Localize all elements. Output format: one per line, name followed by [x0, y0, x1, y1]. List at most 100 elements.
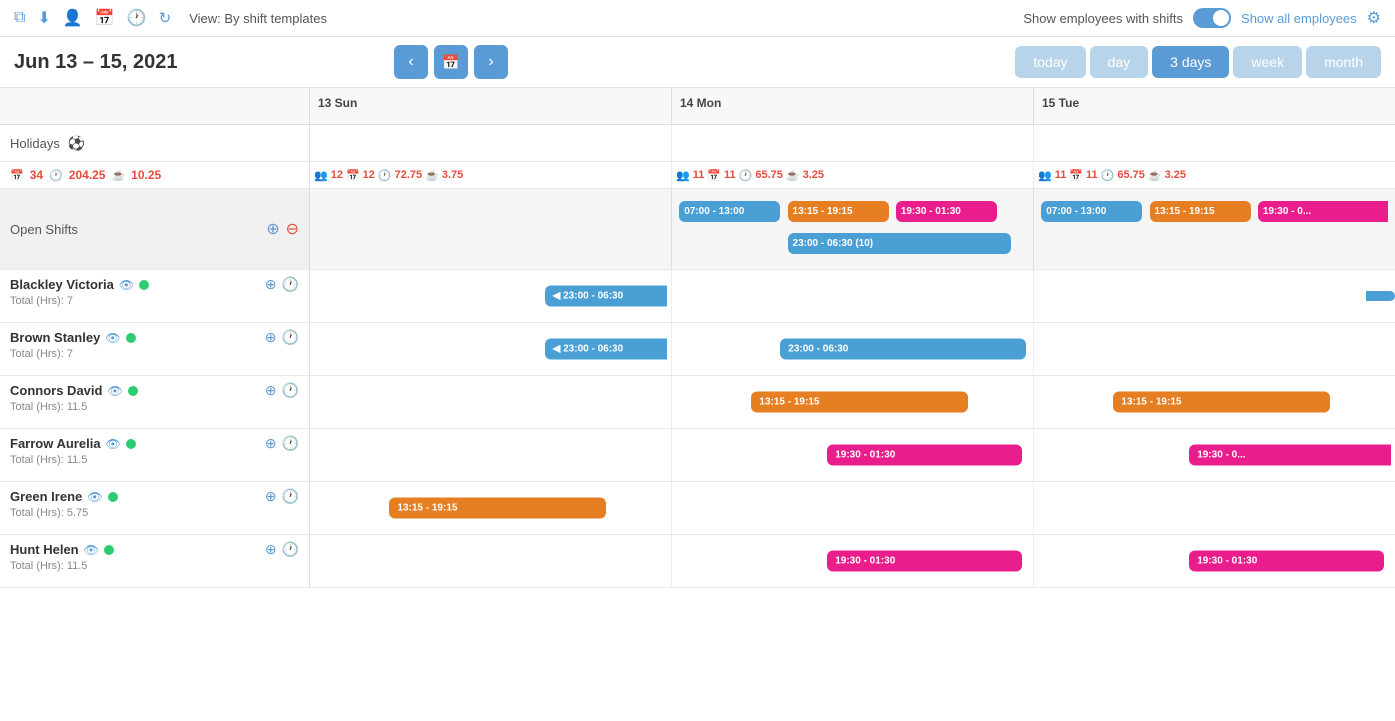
add-person-icon[interactable]: 👤 — [63, 8, 83, 28]
emp-add-farrow[interactable]: ⊕ — [265, 435, 277, 452]
stats-day-0: 👥 12 📅 12 🕐 72.75 ☕ 3.75 — [310, 162, 672, 188]
emp-clock-farrow[interactable]: 🕐 — [282, 435, 299, 452]
emp-label-blackley: Blackley Victoria 👁 ⊕ 🕐 Total (Hrs): 7 — [0, 270, 310, 322]
view-week-button[interactable]: week — [1233, 46, 1302, 78]
show-employees-toggle[interactable] — [1193, 8, 1231, 28]
emp-status-brown — [126, 333, 136, 343]
view-3days-button[interactable]: 3 days — [1152, 46, 1229, 78]
emp-row-brown: Brown Stanley 👁 ⊕ 🕐 Total (Hrs): 7 ◀ 23:… — [0, 323, 1395, 376]
shift-connors-mon[interactable]: 13:15 - 19:15 — [751, 392, 968, 413]
emp-add-green[interactable]: ⊕ — [265, 488, 277, 505]
date-range: Jun 13 – 15, 2021 — [14, 51, 234, 74]
holidays-day-2 — [1034, 125, 1395, 161]
emp-clock-brown[interactable]: 🕐 — [282, 329, 299, 346]
clock-icon[interactable]: 🕐 — [127, 8, 147, 28]
sd1-hours: 65.75 — [755, 169, 783, 181]
sd0-cal-icon: 📅 — [346, 169, 360, 182]
open-shift-tue-3[interactable]: 19:30 - 0... — [1258, 201, 1388, 222]
open-shift-mon-4[interactable]: 23:00 - 06:30 (10) — [788, 233, 1012, 254]
open-shifts-remove-icon[interactable]: ⊖ — [286, 219, 299, 239]
emp-add-hunt[interactable]: ⊕ — [265, 541, 277, 558]
emp-status-connors — [128, 386, 138, 396]
sd2-people-icon: 👥 — [1038, 169, 1052, 182]
open-shift-tue-2[interactable]: 13:15 - 19:15 — [1150, 201, 1251, 222]
emp-status-hunt — [104, 545, 114, 555]
emp-name-row-brown: Brown Stanley 👁 ⊕ 🕐 — [10, 329, 299, 346]
show-all-link[interactable]: Show all employees — [1241, 11, 1357, 26]
open-shift-mon-3[interactable]: 19:30 - 01:30 — [896, 201, 997, 222]
date-nav: Jun 13 – 15, 2021 ‹ 📅 › today day 3 days… — [0, 37, 1395, 88]
emp-clock-hunt[interactable]: 🕐 — [282, 541, 299, 558]
open-shift-tue-1[interactable]: 07:00 - 13:00 — [1041, 201, 1142, 222]
emp-eye-green[interactable]: 👁 — [87, 490, 102, 504]
view-month-button[interactable]: month — [1306, 46, 1381, 78]
emp-green-day-1 — [672, 482, 1034, 534]
sd0-clock-icon: 🕐 — [378, 169, 392, 182]
shift-farrow-tue[interactable]: 19:30 - 0... — [1189, 445, 1391, 466]
emp-eye-hunt[interactable]: 👁 — [84, 543, 99, 557]
emp-hunt-day-1: 19:30 - 01:30 — [672, 535, 1034, 587]
emp-grid-hunt: 19:30 - 01:30 19:30 - 01:30 — [310, 535, 1395, 587]
emp-clock-green[interactable]: 🕐 — [282, 488, 299, 505]
shift-hunt-mon[interactable]: 19:30 - 01:30 — [827, 551, 1022, 572]
emp-name-row-farrow: Farrow Aurelia 👁 ⊕ 🕐 — [10, 435, 299, 452]
prev-button[interactable]: ‹ — [394, 45, 428, 79]
emp-status-green — [108, 492, 118, 502]
sd1-clock-icon: 🕐 — [739, 169, 753, 182]
sd2-coffee-icon: ☕ — [1148, 169, 1162, 182]
emp-add-blackley[interactable]: ⊕ — [265, 276, 277, 293]
shift-brown-mon[interactable]: 23:00 - 06:30 — [780, 339, 1025, 360]
emp-green-day-0: 13:15 - 19:15 — [310, 482, 672, 534]
toolbar-icons: ⧉ ⬇ 👤 📅 🕐 ↻ — [14, 8, 171, 28]
emp-label-brown: Brown Stanley 👁 ⊕ 🕐 Total (Hrs): 7 — [0, 323, 310, 375]
shift-blackley-tue-partial[interactable] — [1366, 291, 1395, 301]
emp-hunt-day-2: 19:30 - 01:30 — [1034, 535, 1395, 587]
emp-clock-blackley[interactable]: 🕐 — [282, 276, 299, 293]
open-shifts-add-icon[interactable]: ⊕ — [266, 219, 279, 239]
emp-eye-blackley[interactable]: 👁 — [119, 278, 134, 292]
holidays-label: Holidays — [10, 136, 60, 151]
emp-add-brown[interactable]: ⊕ — [265, 329, 277, 346]
download-icon[interactable]: ⬇ — [37, 8, 50, 28]
emp-brown-day-1: 23:00 - 06:30 — [672, 323, 1034, 375]
open-shift-mon-1[interactable]: 07:00 - 13:00 — [679, 201, 780, 222]
calendar-icon[interactable]: 📅 — [95, 8, 115, 28]
next-button[interactable]: › — [474, 45, 508, 79]
shift-brown-sun[interactable]: ◀ 23:00 - 06:30 — [545, 339, 668, 360]
open-shifts-day-0 — [310, 189, 672, 269]
emp-add-connors[interactable]: ⊕ — [265, 382, 277, 399]
emp-grid-green: 13:15 - 19:15 — [310, 482, 1395, 534]
shift-farrow-mon[interactable]: 19:30 - 01:30 — [827, 445, 1022, 466]
emp-brown-day-0: ◀ 23:00 - 06:30 — [310, 323, 672, 375]
view-day-button[interactable]: day — [1090, 46, 1149, 78]
shift-hunt-tue[interactable]: 19:30 - 01:30 — [1189, 551, 1384, 572]
emp-eye-farrow[interactable]: 👁 — [106, 437, 121, 451]
emp-name-row-blackley: Blackley Victoria 👁 ⊕ 🕐 — [10, 276, 299, 293]
copy-icon[interactable]: ⧉ — [14, 9, 25, 27]
emp-total-green: Total (Hrs): 5.75 — [10, 507, 299, 519]
emp-total-farrow: Total (Hrs): 11.5 — [10, 454, 299, 466]
calendar-picker-button[interactable]: 📅 — [434, 45, 468, 79]
holidays-row: Holidays ⚽ — [0, 125, 1395, 162]
shift-blackley-sun[interactable]: ◀ 23:00 - 06:30 — [545, 286, 668, 307]
sd1-breaks: 3.25 — [803, 169, 824, 181]
emp-name-row-hunt: Hunt Helen 👁 ⊕ 🕐 — [10, 541, 299, 558]
emp-clock-connors[interactable]: 🕐 — [282, 382, 299, 399]
emp-name-row-green: Green Irene 👁 ⊕ 🕐 — [10, 488, 299, 505]
open-shift-mon-2[interactable]: 13:15 - 19:15 — [788, 201, 889, 222]
emp-eye-brown[interactable]: 👁 — [105, 331, 120, 345]
view-today-button[interactable]: today — [1015, 46, 1085, 78]
shift-connors-tue[interactable]: 13:15 - 19:15 — [1113, 392, 1330, 413]
show-employees-label: Show employees with shifts — [1023, 11, 1183, 26]
shift-green-sun[interactable]: 13:15 - 19:15 — [389, 498, 606, 519]
day-headers: 13 Sun 14 Mon 15 Tue — [310, 88, 1395, 124]
settings-icon[interactable]: ⚙ — [1367, 8, 1381, 28]
open-shifts-grid: 07:00 - 13:00 13:15 - 19:15 19:30 - 01:3… — [310, 189, 1395, 269]
emp-eye-connors[interactable]: 👁 — [107, 384, 122, 398]
sd1-people: 11 — [693, 169, 705, 181]
emp-blackley-day-0: ◀ 23:00 - 06:30 — [310, 270, 672, 322]
sd0-coffee-icon: ☕ — [425, 169, 439, 182]
sd2-shifts: 11 — [1086, 169, 1098, 181]
stats-day-2: 👥 11 📅 11 🕐 65.75 ☕ 3.25 — [1034, 162, 1395, 188]
refresh-icon[interactable]: ↻ — [159, 9, 172, 27]
